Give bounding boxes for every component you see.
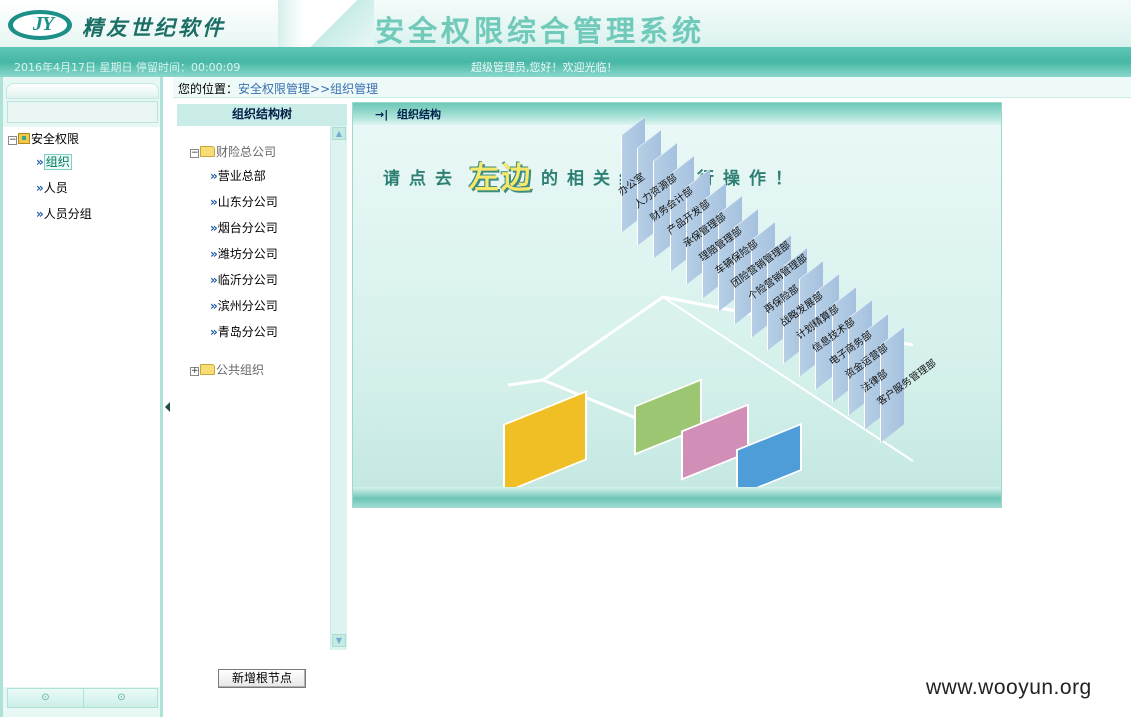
- org-structure-illustration: 请点去左边的相关组织进行操作！ 办公室人力资源部财务会计部产品开发部承保管理部理…: [353, 116, 1001, 498]
- org-node[interactable]: » 潍坊分公司: [210, 245, 278, 262]
- org-node[interactable]: » 营业总部: [210, 167, 266, 184]
- nav-item-personnel-groups[interactable]: » 人员分组: [36, 205, 92, 222]
- double-chevron-icon: »: [210, 221, 218, 235]
- header-divider: [278, 0, 304, 47]
- double-chevron-icon: »: [210, 195, 218, 209]
- org-tree: − 财险总公司 » 营业总部 » 山东分公司 » 烟台分公司 » 潍坊分公司 » 临沂分公司…: [177, 126, 330, 650]
- system-title: 安全权限综合管理系统: [375, 14, 706, 48]
- org-root-label: 财险总公司: [216, 145, 277, 159]
- logo-letters: JY: [32, 13, 54, 35]
- double-chevron-icon: »: [36, 181, 44, 195]
- double-chevron-icon: »: [210, 273, 218, 287]
- nav-bottom-bar: ⊙ ⊙: [7, 688, 158, 708]
- expand-icon[interactable]: +: [190, 367, 199, 376]
- org-node[interactable]: » 滨州分公司: [210, 297, 278, 314]
- nav-tree: − 安全权限 » 组织 » 人员 » 人员分组: [3, 127, 160, 687]
- main-content-panel: →| 组织结构 请点去左边的相关组织进行操作！ 办公室人力资源部财务会计部产品开…: [352, 102, 1002, 508]
- open-folder-icon: [200, 146, 215, 157]
- scroll-down-arrow-icon[interactable]: ▼: [332, 634, 346, 647]
- org-tree-scrollbar[interactable]: ▲ ▼: [330, 126, 347, 650]
- up-circle-icon: ⊙: [117, 692, 126, 703]
- nav-item-label: 人员: [43, 181, 68, 195]
- collapse-left-icon[interactable]: [165, 402, 170, 412]
- nav-item-label: 组织: [43, 154, 72, 170]
- org-node[interactable]: » 青岛分公司: [210, 323, 278, 340]
- nav-item-label: 人员分组: [43, 207, 92, 221]
- security-folder-icon: [18, 133, 30, 144]
- org-node[interactable]: » 山东分公司: [210, 193, 278, 210]
- double-chevron-icon: »: [36, 207, 44, 221]
- session-info: 2016年4月17日 星期日 停留时间：00:00:09: [14, 61, 241, 74]
- org-root-label: 公共组织: [216, 363, 265, 377]
- org-node-label: 山东分公司: [217, 195, 278, 209]
- panel-titlebar: →| 组织结构: [353, 103, 1001, 125]
- watermark: www.wooyun.org: [926, 676, 1092, 699]
- org-root-node[interactable]: − 财险总公司: [190, 143, 276, 160]
- double-chevron-icon: »: [210, 247, 218, 261]
- nav-root-label: 安全权限: [31, 132, 80, 146]
- org-node[interactable]: » 临沂分公司: [210, 271, 278, 288]
- company-name: 精友世纪软件: [82, 15, 226, 40]
- org-node-label: 潍坊分公司: [217, 247, 278, 261]
- down-circle-icon: ⊙: [41, 692, 50, 703]
- welcome-message: 超级管理员,您好！欢迎光临！: [471, 61, 618, 74]
- org-node-label: 青岛分公司: [217, 325, 278, 339]
- org-tree-panel: 组织结构树 − 财险总公司 » 营业总部 » 山东分公司 » 烟台分公司 » 潍坊分公司 …: [177, 104, 347, 650]
- panel-footer: [353, 487, 1001, 507]
- org-node-label: 临沂分公司: [217, 273, 278, 287]
- scroll-down-button[interactable]: ⊙: [8, 689, 83, 707]
- double-chevron-icon: »: [210, 169, 218, 183]
- org-root-node[interactable]: + 公共组织: [190, 361, 264, 378]
- collapse-icon[interactable]: −: [8, 136, 17, 145]
- logo-area: JY 精友世纪软件: [0, 0, 278, 47]
- org-node-label: 营业总部: [217, 169, 266, 183]
- double-chevron-icon: »: [210, 325, 218, 339]
- nav-item-personnel[interactable]: » 人员: [36, 179, 68, 196]
- breadcrumb-label: 您的位置：: [178, 82, 239, 96]
- nav-item-organization[interactable]: » 组织: [36, 153, 72, 170]
- panel-title: 组织结构: [397, 108, 441, 121]
- org-node[interactable]: » 烟台分公司: [210, 219, 278, 236]
- sidebar-collapse-strip[interactable]: [163, 77, 173, 717]
- org-tree-title: 组织结构树: [177, 104, 347, 126]
- arrow-to-bar-icon: →|: [375, 108, 389, 121]
- org-node-label: 滨州分公司: [217, 299, 278, 313]
- scroll-up-arrow-icon[interactable]: ▲: [332, 127, 346, 140]
- double-chevron-icon: »: [210, 299, 218, 313]
- folder-icon: [200, 364, 215, 375]
- nav-tree-root[interactable]: − 安全权限: [8, 130, 79, 147]
- nav-search-box[interactable]: [7, 101, 158, 123]
- nav-panel-top: [6, 83, 159, 99]
- breadcrumb-path[interactable]: 安全权限管理>>组织管理: [238, 82, 378, 96]
- title-decoration: [304, 0, 374, 47]
- left-navigation: − 安全权限 » 组织 » 人员 » 人员分组 ⊙ ⊙: [0, 77, 163, 717]
- breadcrumb: 您的位置：安全权限管理>>组织管理: [173, 77, 1131, 98]
- scroll-up-button[interactable]: ⊙: [84, 689, 159, 707]
- double-chevron-icon: »: [36, 155, 44, 169]
- collapse-icon[interactable]: −: [190, 149, 199, 158]
- add-root-node-button[interactable]: 新增根节点: [218, 669, 306, 688]
- org-node-label: 烟台分公司: [217, 221, 278, 235]
